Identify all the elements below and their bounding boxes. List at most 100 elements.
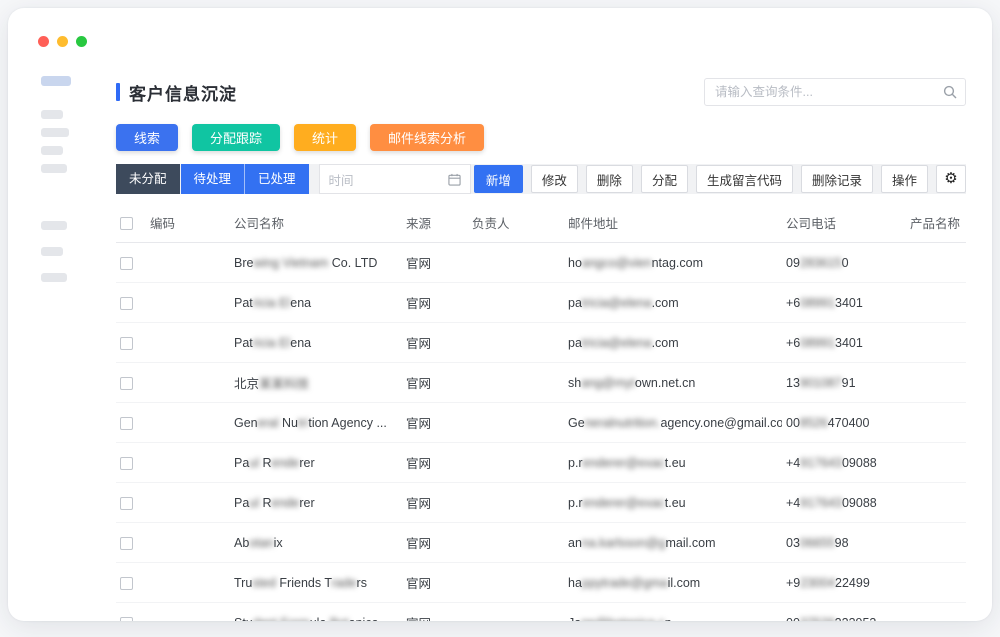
- cell-email: p.renderer@exact.eu: [564, 483, 782, 523]
- cell-code: [146, 323, 230, 363]
- tab-unassigned[interactable]: 未分配: [116, 164, 180, 194]
- search-icon[interactable]: [943, 85, 957, 99]
- sidebar-skeleton-bar: [41, 128, 69, 137]
- cell-source: 官网: [402, 403, 468, 443]
- page-header: 客户信息沉淀: [116, 78, 966, 106]
- cell-company-name: Student Formula Botanica: [230, 603, 402, 622]
- search-input[interactable]: [704, 78, 966, 106]
- nav-button-assign-track[interactable]: 分配跟踪: [192, 124, 280, 151]
- title-accent-bar: [116, 83, 120, 101]
- tab-pending[interactable]: 待处理: [181, 164, 245, 194]
- nav-button-mail-analysis[interactable]: 邮件线索分析: [370, 124, 484, 151]
- gear-icon[interactable]: ⚙: [936, 165, 966, 193]
- col-header-code: 编码: [146, 206, 230, 243]
- date-filter[interactable]: 时间: [319, 164, 471, 194]
- cell-phone: 0037529223953: [782, 603, 906, 622]
- row-checkbox-cell: [116, 443, 146, 483]
- cell-company-name: Patricia Elena: [230, 283, 402, 323]
- table-row: Patricia Elena官网patricia@elena.com+60899…: [116, 283, 966, 323]
- table-row: General Nutrition Agency ...官网Generalnut…: [116, 403, 966, 443]
- table-row: Paul Renderer官网p.renderer@exact.eu+49176…: [116, 483, 966, 523]
- cell-company-name: Brewing Vietnam Co. LTD: [230, 243, 402, 283]
- row-checkbox[interactable]: [120, 497, 133, 510]
- col-header-email: 邮件地址: [564, 206, 782, 243]
- sidebar-skeleton-bar: [41, 110, 63, 119]
- row-checkbox[interactable]: [120, 537, 133, 550]
- row-checkbox[interactable]: [120, 337, 133, 350]
- row-checkbox[interactable]: [120, 417, 133, 430]
- row-checkbox-cell: [116, 403, 146, 443]
- cell-source: 官网: [402, 523, 468, 563]
- cell-owner: [468, 443, 564, 483]
- cell-owner: [468, 523, 564, 563]
- cell-source: 官网: [402, 483, 468, 523]
- nav-button-leads[interactable]: 线索: [116, 124, 178, 151]
- cell-email: patricia@elena.com: [564, 283, 782, 323]
- cell-code: [146, 443, 230, 483]
- assign-button[interactable]: 分配: [641, 165, 688, 193]
- cell-code: [146, 603, 230, 622]
- cell-product: [906, 483, 966, 523]
- row-checkbox[interactable]: [120, 377, 133, 390]
- row-checkbox-cell: [116, 483, 146, 523]
- cell-product: [906, 563, 966, 603]
- row-checkbox-cell: [116, 563, 146, 603]
- row-checkbox[interactable]: [120, 617, 133, 621]
- cell-phone: 008526470400: [782, 403, 906, 443]
- cell-email: anna.karlsson@gmail.com: [564, 523, 782, 563]
- cell-company-name: Trusted Friends Traders: [230, 563, 402, 603]
- delete-button[interactable]: 删除: [586, 165, 633, 193]
- table-row: Student Formula Botanica官网Jane@botanica.…: [116, 603, 966, 622]
- delete-record-button[interactable]: 删除记录: [801, 165, 873, 193]
- table-row: Abotanix官网anna.karlsson@gmail.com0306655…: [116, 523, 966, 563]
- row-checkbox-cell: [116, 323, 146, 363]
- nav-button-statistics[interactable]: 统计: [294, 124, 356, 151]
- cell-code: [146, 283, 230, 323]
- cell-email: Jane@botanica.cn: [564, 603, 782, 622]
- edit-button[interactable]: 修改: [531, 165, 578, 193]
- sidebar: [8, 56, 88, 621]
- col-header-product: 产品名称: [906, 206, 966, 243]
- sidebar-skeleton-bar: [41, 146, 63, 155]
- cell-product: [906, 443, 966, 483]
- row-checkbox[interactable]: [120, 257, 133, 270]
- tab-processed[interactable]: 已处理: [244, 164, 309, 194]
- add-button[interactable]: 新增: [474, 165, 523, 193]
- cell-owner: [468, 243, 564, 283]
- cell-owner: [468, 603, 564, 622]
- cell-email: shang@mytown.net.cn: [564, 363, 782, 403]
- row-checkbox-cell: [116, 523, 146, 563]
- minimize-button[interactable]: [57, 36, 68, 47]
- cell-source: 官网: [402, 363, 468, 403]
- zoom-button[interactable]: [76, 36, 87, 47]
- row-checkbox[interactable]: [120, 457, 133, 470]
- cell-source: 官网: [402, 443, 468, 483]
- sidebar-skeleton-bar: [41, 247, 63, 256]
- search-box: [704, 78, 966, 106]
- cell-company-name: Paul Renderer: [230, 443, 402, 483]
- table-row: Brewing Vietnam Co. LTD官网hoangco@viennta…: [116, 243, 966, 283]
- cell-code: [146, 363, 230, 403]
- row-checkbox[interactable]: [120, 297, 133, 310]
- table-body: Brewing Vietnam Co. LTD官网hoangco@viennta…: [116, 243, 966, 622]
- cell-phone: 092836150: [782, 243, 906, 283]
- cell-phone: +491764309088: [782, 483, 906, 523]
- cell-source: 官网: [402, 323, 468, 363]
- filter-bar: 未分配 待处理 已处理 时间 新增 修改 删除 分配: [116, 164, 966, 194]
- cell-phone: +92300422499: [782, 563, 906, 603]
- window-controls: [38, 36, 87, 47]
- cell-source: 官网: [402, 563, 468, 603]
- cell-code: [146, 483, 230, 523]
- cell-company-name: General Nutrition Agency ...: [230, 403, 402, 443]
- cell-code: [146, 243, 230, 283]
- col-header-phone: 公司电话: [782, 206, 906, 243]
- close-button[interactable]: [38, 36, 49, 47]
- generate-code-button[interactable]: 生成留言代码: [696, 165, 793, 193]
- select-all-checkbox[interactable]: [120, 217, 133, 230]
- row-checkbox[interactable]: [120, 577, 133, 590]
- row-checkbox-cell: [116, 363, 146, 403]
- cell-phone: 030665598: [782, 523, 906, 563]
- actions-button[interactable]: 操作: [881, 165, 928, 193]
- window-titlebar: [8, 8, 992, 56]
- select-all-cell: [116, 206, 146, 243]
